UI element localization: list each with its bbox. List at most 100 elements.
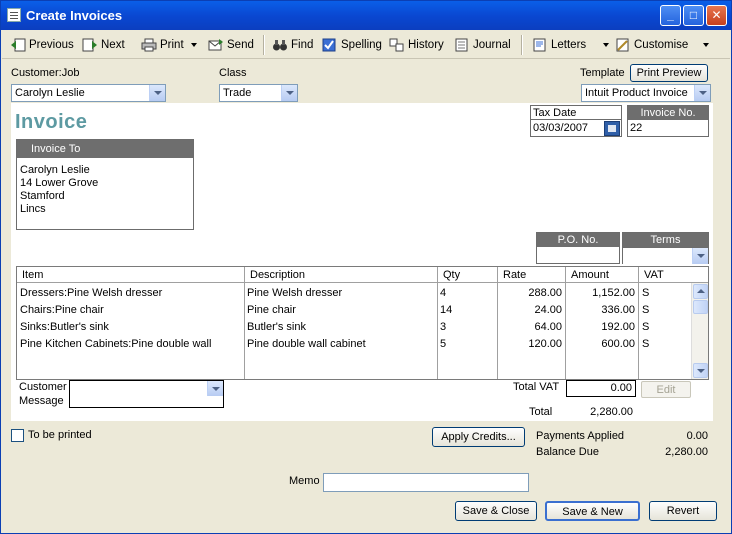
history-button[interactable]: History bbox=[389, 36, 444, 54]
column-header-item[interactable]: Item bbox=[17, 267, 245, 283]
invoice-to-line: Stamford bbox=[20, 190, 65, 202]
customise-icon bbox=[616, 38, 629, 52]
line-items-table: Item Description Qty Rate Amount VAT Dre… bbox=[16, 266, 709, 380]
scroll-up-icon[interactable] bbox=[693, 284, 708, 299]
invoice-to-line: Carolyn Leslie bbox=[20, 164, 90, 176]
close-icon: ✕ bbox=[711, 8, 722, 22]
print-button[interactable]: Print bbox=[141, 36, 197, 54]
save-new-button[interactable]: Save & New bbox=[545, 501, 640, 521]
spelling-check-icon bbox=[322, 38, 336, 52]
customise-dropdown-icon[interactable] bbox=[703, 43, 710, 47]
spelling-button[interactable]: Spelling bbox=[322, 36, 382, 54]
terms-select[interactable] bbox=[623, 247, 708, 264]
amount-cell[interactable]: 192.00 bbox=[567, 319, 635, 336]
vat-cell[interactable]: S bbox=[642, 302, 682, 319]
print-preview-button[interactable]: Print Preview bbox=[630, 64, 708, 82]
customer-job-select[interactable]: Carolyn Leslie bbox=[11, 84, 166, 102]
amount-cell[interactable]: 600.00 bbox=[567, 336, 635, 353]
qty-cell[interactable]: 4 bbox=[440, 285, 495, 302]
invoice-to-line: Lincs bbox=[20, 203, 46, 215]
to-be-printed-label[interactable]: To be printed bbox=[28, 429, 92, 441]
next-label: Next bbox=[101, 39, 125, 51]
chevron-down-icon[interactable] bbox=[281, 85, 297, 101]
maximize-button[interactable]: □ bbox=[683, 5, 704, 26]
vat-cell[interactable]: S bbox=[642, 336, 682, 353]
item-cell[interactable]: Pine Kitchen Cabinets:Pine double wall bbox=[20, 336, 242, 353]
invoice-no-input[interactable]: 22 bbox=[630, 122, 642, 134]
balance-due-value: 2,280.00 bbox=[665, 446, 708, 458]
printer-icon bbox=[141, 38, 157, 52]
print-dropdown-icon[interactable] bbox=[190, 43, 197, 47]
journal-label: Journal bbox=[473, 39, 511, 51]
amount-cell[interactable]: 336.00 bbox=[567, 302, 635, 319]
invoice-to-box[interactable]: Invoice To Carolyn Leslie 14 Lower Grove… bbox=[16, 139, 194, 230]
description-cell[interactable]: Butler's sink bbox=[247, 319, 435, 336]
column-header-vat[interactable]: VAT bbox=[639, 267, 708, 283]
rate-cell[interactable]: 64.00 bbox=[499, 319, 562, 336]
journal-button[interactable]: Journal bbox=[454, 36, 511, 54]
memo-input[interactable] bbox=[323, 473, 529, 492]
send-envelope-icon bbox=[208, 39, 223, 51]
column-header-description[interactable]: Description bbox=[245, 267, 438, 283]
payments-applied-value: 0.00 bbox=[686, 430, 708, 442]
item-cell[interactable]: Sinks:Butler's sink bbox=[20, 319, 242, 336]
window-title: Create Invoices bbox=[26, 8, 123, 23]
total-vat-label: Total VAT bbox=[513, 381, 560, 393]
chevron-down-icon[interactable] bbox=[692, 248, 708, 264]
history-icon bbox=[389, 38, 404, 52]
rate-cell[interactable]: 288.00 bbox=[499, 285, 562, 302]
next-button[interactable]: Next bbox=[82, 36, 125, 54]
vat-cell[interactable]: S bbox=[642, 319, 682, 336]
chevron-down-icon[interactable] bbox=[207, 381, 223, 396]
invoice-form-title: Invoice bbox=[15, 111, 88, 133]
column-header-rate[interactable]: Rate bbox=[498, 267, 566, 283]
chevron-down-icon[interactable] bbox=[694, 85, 710, 101]
letters-label: Letters bbox=[551, 39, 587, 51]
chevron-down-icon[interactable] bbox=[149, 85, 165, 101]
letters-dropdown-icon[interactable] bbox=[603, 43, 610, 47]
total-vat-field[interactable]: 0.00 bbox=[566, 380, 636, 397]
description-cell[interactable]: Pine Welsh dresser bbox=[247, 285, 435, 302]
apply-credits-button[interactable]: Apply Credits... bbox=[432, 427, 525, 447]
tax-date-input[interactable]: 03/03/2007 bbox=[533, 122, 588, 134]
column-header-amount[interactable]: Amount bbox=[566, 267, 639, 283]
column-header-qty[interactable]: Qty bbox=[438, 267, 498, 283]
revert-button[interactable]: Revert bbox=[649, 501, 717, 521]
scroll-down-icon[interactable] bbox=[693, 363, 708, 378]
terms-label: Terms bbox=[623, 233, 708, 247]
previous-button[interactable]: Previous bbox=[10, 36, 74, 54]
find-button[interactable]: Find bbox=[272, 36, 313, 54]
qty-cell[interactable]: 14 bbox=[440, 302, 495, 319]
customer-message-select[interactable] bbox=[69, 380, 224, 408]
vat-cell[interactable]: S bbox=[642, 285, 682, 302]
to-be-printed-checkbox[interactable] bbox=[11, 429, 24, 442]
calendar-icon[interactable] bbox=[604, 121, 620, 136]
item-cell[interactable]: Dressers:Pine Welsh dresser bbox=[20, 285, 242, 302]
close-button[interactable]: ✕ bbox=[706, 5, 727, 26]
edit-vat-button[interactable]: Edit bbox=[641, 381, 691, 398]
customer-message-label: Customer bbox=[19, 381, 67, 393]
minimize-button[interactable]: _ bbox=[660, 5, 681, 26]
amount-cell[interactable]: 1,152.00 bbox=[567, 285, 635, 302]
description-cell[interactable]: Pine chair bbox=[247, 302, 435, 319]
rate-cell[interactable]: 24.00 bbox=[499, 302, 562, 319]
payments-applied-label: Payments Applied bbox=[536, 430, 625, 442]
class-value: Trade bbox=[223, 87, 252, 99]
scroll-thumb[interactable] bbox=[693, 300, 708, 314]
invoice-no-box: Invoice No. 22 bbox=[627, 105, 709, 137]
letters-button[interactable]: Letters bbox=[532, 36, 610, 54]
item-cell[interactable]: Chairs:Pine chair bbox=[20, 302, 242, 319]
template-select[interactable]: Intuit Product Invoice bbox=[581, 84, 711, 102]
window-document-icon bbox=[7, 8, 21, 22]
send-button[interactable]: Send bbox=[208, 36, 254, 54]
invoice-to-label: Invoice To bbox=[17, 140, 193, 158]
class-select[interactable]: Trade bbox=[219, 84, 298, 102]
qty-cell[interactable]: 3 bbox=[440, 319, 495, 336]
description-cell[interactable]: Pine double wall cabinet bbox=[247, 336, 435, 353]
qty-cell[interactable]: 5 bbox=[440, 336, 495, 353]
rate-cell[interactable]: 120.00 bbox=[499, 336, 562, 353]
save-close-button[interactable]: Save & Close bbox=[455, 501, 537, 521]
customer-job-value: Carolyn Leslie bbox=[15, 87, 85, 99]
items-scrollbar[interactable] bbox=[691, 283, 708, 379]
customise-button[interactable]: Customise bbox=[615, 36, 710, 54]
